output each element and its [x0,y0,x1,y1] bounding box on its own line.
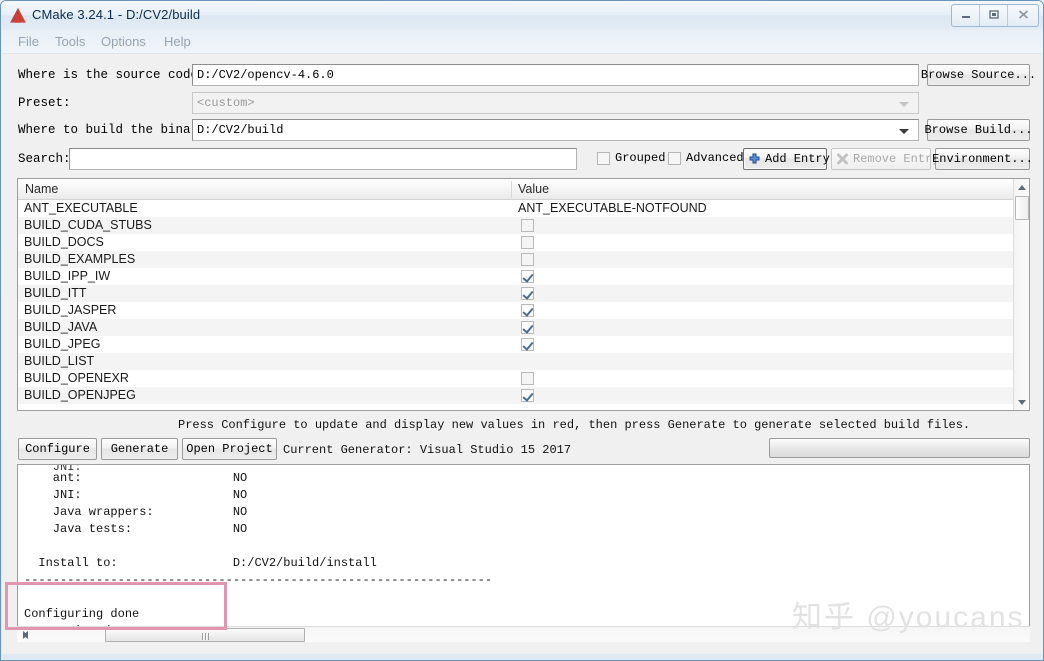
menu-options[interactable]: Options [101,34,146,49]
column-header-value[interactable]: Value [518,182,549,196]
table-row[interactable]: BUILD_LIST [18,353,1029,370]
cmake-gui-window: CMake 3.24.1 - D:/CV2/build File Tools O… [0,0,1044,661]
table-row[interactable]: BUILD_JAVA [18,319,1029,336]
open-project-button[interactable]: Open Project [182,438,277,460]
table-row[interactable]: BUILD_JPEG [18,336,1029,353]
window-title: CMake 3.24.1 - D:/CV2/build [32,7,201,22]
cache-variable-value: ANT_EXECUTABLE-NOTFOUND [518,201,707,215]
preset-combobox[interactable]: <custom> [192,92,919,114]
add-entry-label: Add Entry [765,152,830,166]
cache-variable-name: BUILD_DOCS [24,235,104,249]
scroll-up-arrow-icon[interactable] [1014,179,1029,195]
browse-build-button[interactable]: Browse Build... [924,119,1033,141]
source-code-input[interactable]: D:/CV2/opencv-4.6.0 [192,64,919,86]
cache-variable-checkbox[interactable] [521,219,534,232]
cache-variable-checkbox[interactable] [521,372,534,385]
cache-variable-name: BUILD_LIST [24,354,95,368]
scroll-down-arrow-icon[interactable] [1014,394,1029,410]
cache-variable-checkbox[interactable] [521,304,534,317]
column-divider[interactable] [511,181,512,198]
cache-variable-name: BUILD_CUDA_STUBS [24,218,152,232]
remove-entry-label: Remove Entry [853,152,940,166]
cache-variable-checkbox[interactable] [521,287,534,300]
grouped-checkbox[interactable] [597,152,610,165]
cache-variable-checkbox[interactable] [521,270,534,283]
build-dir-input[interactable]: D:/CV2/build [192,119,919,141]
cache-variable-name: BUILD_JASPER [24,303,117,317]
cache-variable-name: BUILD_JAVA [24,320,98,334]
table-row[interactable]: BUILD_IPP_IW [18,268,1029,285]
table-row[interactable]: BUILD_JASPER [18,302,1029,319]
cache-variable-checkbox[interactable] [521,253,534,266]
scroll-grip-icon [202,633,209,640]
plus-icon [748,153,761,166]
cache-variable-checkbox[interactable] [521,236,534,249]
close-icon [1017,7,1030,25]
grouped-label: Grouped [615,151,666,165]
menu-help[interactable]: Help [164,34,191,49]
table-header-row: Name Value [18,179,1029,200]
titlebar[interactable]: CMake 3.24.1 - D:/CV2/build [1,1,1043,30]
table-row[interactable]: BUILD_CUDA_STUBS [18,217,1029,234]
browse-source-button[interactable]: Browse Source... [921,64,1036,86]
output-scroll-thumb[interactable] [105,628,305,642]
column-header-name[interactable]: Name [25,182,58,196]
cache-variable-name: BUILD_OPENJPEG [24,388,136,402]
table-scroll-thumb[interactable] [1015,196,1029,220]
restore-icon [988,7,1000,25]
configure-hint-text: Press Configure to update and display ne… [178,418,971,432]
add-entry-button[interactable]: Add Entry [743,148,830,170]
watermark: 知乎 @youcans [792,601,1025,634]
menu-file[interactable]: File [18,34,39,49]
table-row[interactable]: BUILD_DOCS [18,234,1029,251]
cache-variable-checkbox[interactable] [521,338,534,351]
menubar: File Tools Options Help [2,30,1043,54]
preset-chevron-down-icon [899,102,909,107]
table-vertical-scrollbar[interactable] [1013,179,1029,410]
table-row[interactable]: BUILD_OPENEXR [18,370,1029,387]
cache-variable-checkbox[interactable] [521,321,534,334]
configure-button[interactable]: Configure [18,438,97,460]
build-dir-chevron-down-icon[interactable] [899,129,909,134]
cache-variable-name: BUILD_EXAMPLES [24,252,136,266]
cache-variable-name: ANT_EXECUTABLE [24,201,138,215]
cache-variable-name: BUILD_IPP_IW [24,269,111,283]
source-code-label: Where is the source code: [18,68,206,82]
search-label: Search: [18,152,71,166]
cache-variable-checkbox[interactable] [521,389,534,402]
advanced-checkbox[interactable] [668,152,681,165]
table-row[interactable]: BUILD_OPENJPEG [18,387,1029,404]
cache-variable-name: BUILD_OPENEXR [24,371,129,385]
preset-label: Preset: [18,96,71,110]
cache-variables-table[interactable]: Name Value ANT_EXECUTABLE ANT_EXECUTABLE-… [17,178,1030,411]
menu-tools[interactable]: Tools [55,34,85,49]
remove-x-icon [836,153,849,166]
table-row[interactable]: BUILD_EXAMPLES [18,251,1029,268]
client-area: Where is the source code: D:/CV2/opencv-… [2,54,1043,654]
cache-variable-name: BUILD_ITT [24,286,87,300]
remove-entry-button[interactable]: Remove Entry [831,148,939,170]
window-frame: CMake 3.24.1 - D:/CV2/build File Tools O… [0,0,1044,661]
environment-button[interactable]: Environment... [932,148,1033,170]
table-row[interactable]: BUILD_ITT [18,285,1029,302]
cmake-triangle-logo-icon [9,7,27,24]
search-input[interactable] [69,148,577,170]
minimize-icon [960,7,972,25]
window-controls [951,4,1039,27]
close-button[interactable] [1008,5,1038,26]
cache-variable-name: BUILD_JPEG [24,337,101,351]
current-generator-text: Current Generator: Visual Studio 15 2017 [283,443,572,457]
table-row[interactable]: ANT_EXECUTABLE ANT_EXECUTABLE-NOTFOUND [18,200,1029,217]
generate-button[interactable]: Generate [101,438,178,460]
output-log-text: ant: NO JNI: NO Java wrappers: NO Java t… [24,471,493,638]
restore-button[interactable] [980,5,1008,26]
advanced-label: Advanced [686,151,744,165]
scroll-right-arrow-icon[interactable] [17,627,33,643]
progress-bar [769,438,1030,458]
minimize-button[interactable] [952,5,980,26]
